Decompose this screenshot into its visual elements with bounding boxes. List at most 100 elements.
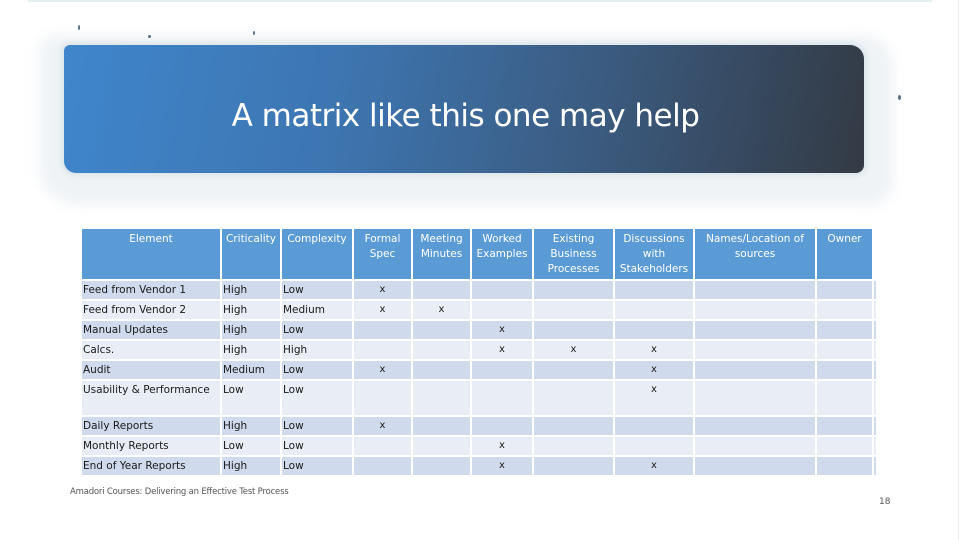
source-mark-cell [354,457,411,475]
source-mark-cell [817,437,872,455]
element-cell: Manual Updates [82,321,220,339]
source-mark-cell [615,281,693,299]
source-matrix-table: Element Criticality Complexity Formal Spec M… [80,227,878,477]
element-cell: Audit [82,361,220,379]
source-mark-cell [534,437,613,455]
table-row: End of Year Reports High Low x x [82,457,876,475]
column-header: Worked Examples [472,229,532,279]
source-mark-cell [695,457,815,475]
table-row: Calcs. High High x x x [82,341,876,359]
element-cell: Daily Reports [82,417,220,435]
element-cell: Feed from Vendor 1 [82,281,220,299]
source-mark-cell: x [413,301,470,319]
source-mark-cell [413,321,470,339]
source-mark-cell [534,417,613,435]
criticality-cell: High [222,281,280,299]
source-mark-cell [534,301,613,319]
page-number: 18 [879,497,891,507]
source-mark-cell [695,361,815,379]
complexity-cell: Medium [282,301,352,319]
source-mark-cell [817,301,872,319]
source-mark-cell [615,321,693,339]
owner-cell [874,341,876,359]
source-mark-cell [354,321,411,339]
criticality-cell: High [222,417,280,435]
column-header: Element [82,229,220,279]
owner-cell [874,457,876,475]
source-mark-cell: x [615,341,693,359]
source-mark-cell [413,381,470,415]
source-mark-cell [695,301,815,319]
source-mark-cell [472,281,532,299]
criticality-cell: High [222,301,280,319]
source-mark-cell [695,381,815,415]
table-row: Daily Reports High Low x [82,417,876,435]
column-header: Names/Location of sources [695,229,815,279]
owner-cell [874,417,876,435]
footer-text: Amadori Courses: Delivering an Effective… [70,487,289,497]
source-mark-cell [472,361,532,379]
source-mark-cell [615,417,693,435]
column-header: Existing Business Processes [534,229,613,279]
criticality-cell: High [222,321,280,339]
source-mark-cell [817,321,872,339]
element-cell: Calcs. [82,341,220,359]
owner-cell [874,381,876,415]
paint-speck [148,35,151,38]
table-row: Audit Medium Low x x [82,361,876,379]
source-mark-cell [817,457,872,475]
criticality-cell: High [222,457,280,475]
source-mark-cell: x [472,341,532,359]
source-mark-cell: x [354,281,411,299]
owner-cell [874,281,876,299]
element-cell: Monthly Reports [82,437,220,455]
column-header: Complexity [282,229,352,279]
owner-cell [874,321,876,339]
owner-cell [874,437,876,455]
complexity-cell: Low [282,321,352,339]
slide-title: A matrix like this one may help [231,98,700,134]
element-cell: End of Year Reports [82,457,220,475]
title-banner: A matrix like this one may help [28,25,903,205]
source-mark-cell [354,437,411,455]
paint-speck [78,25,80,30]
source-mark-cell [817,281,872,299]
criticality-cell: High [222,341,280,359]
source-mark-cell [534,281,613,299]
source-mark-cell [695,417,815,435]
owner-cell [874,361,876,379]
source-mark-cell: x [472,437,532,455]
source-mark-cell [615,437,693,455]
complexity-cell: Low [282,437,352,455]
source-mark-cell [534,457,613,475]
source-mark-cell [534,361,613,379]
top-rule [28,0,932,2]
table-header-row: Element Criticality Complexity Formal Spec M… [82,229,876,279]
source-mark-cell [695,341,815,359]
source-mark-cell [472,381,532,415]
element-cell: Usability & Performance [82,381,220,415]
right-rule [958,0,959,540]
column-header: Discussions with Stakeholders [615,229,693,279]
source-mark-cell [413,457,470,475]
source-mark-cell [695,281,815,299]
criticality-cell: Medium [222,361,280,379]
source-mark-cell: x [615,361,693,379]
source-mark-cell: x [354,417,411,435]
complexity-cell: Low [282,457,352,475]
column-header: Owner [817,229,872,279]
table-row: Feed from Vendor 1 High Low x [82,281,876,299]
source-mark-cell [615,301,693,319]
source-mark-cell [817,341,872,359]
source-mark-cell [817,361,872,379]
source-mark-cell [472,301,532,319]
criticality-cell: Low [222,381,280,415]
paint-speck [253,31,255,35]
column-header: Meeting Minutes [413,229,470,279]
complexity-cell: Low [282,417,352,435]
source-mark-cell [413,341,470,359]
source-mark-cell [817,417,872,435]
element-cell: Feed from Vendor 2 [82,301,220,319]
column-header: Criticality [222,229,280,279]
source-mark-cell [472,417,532,435]
